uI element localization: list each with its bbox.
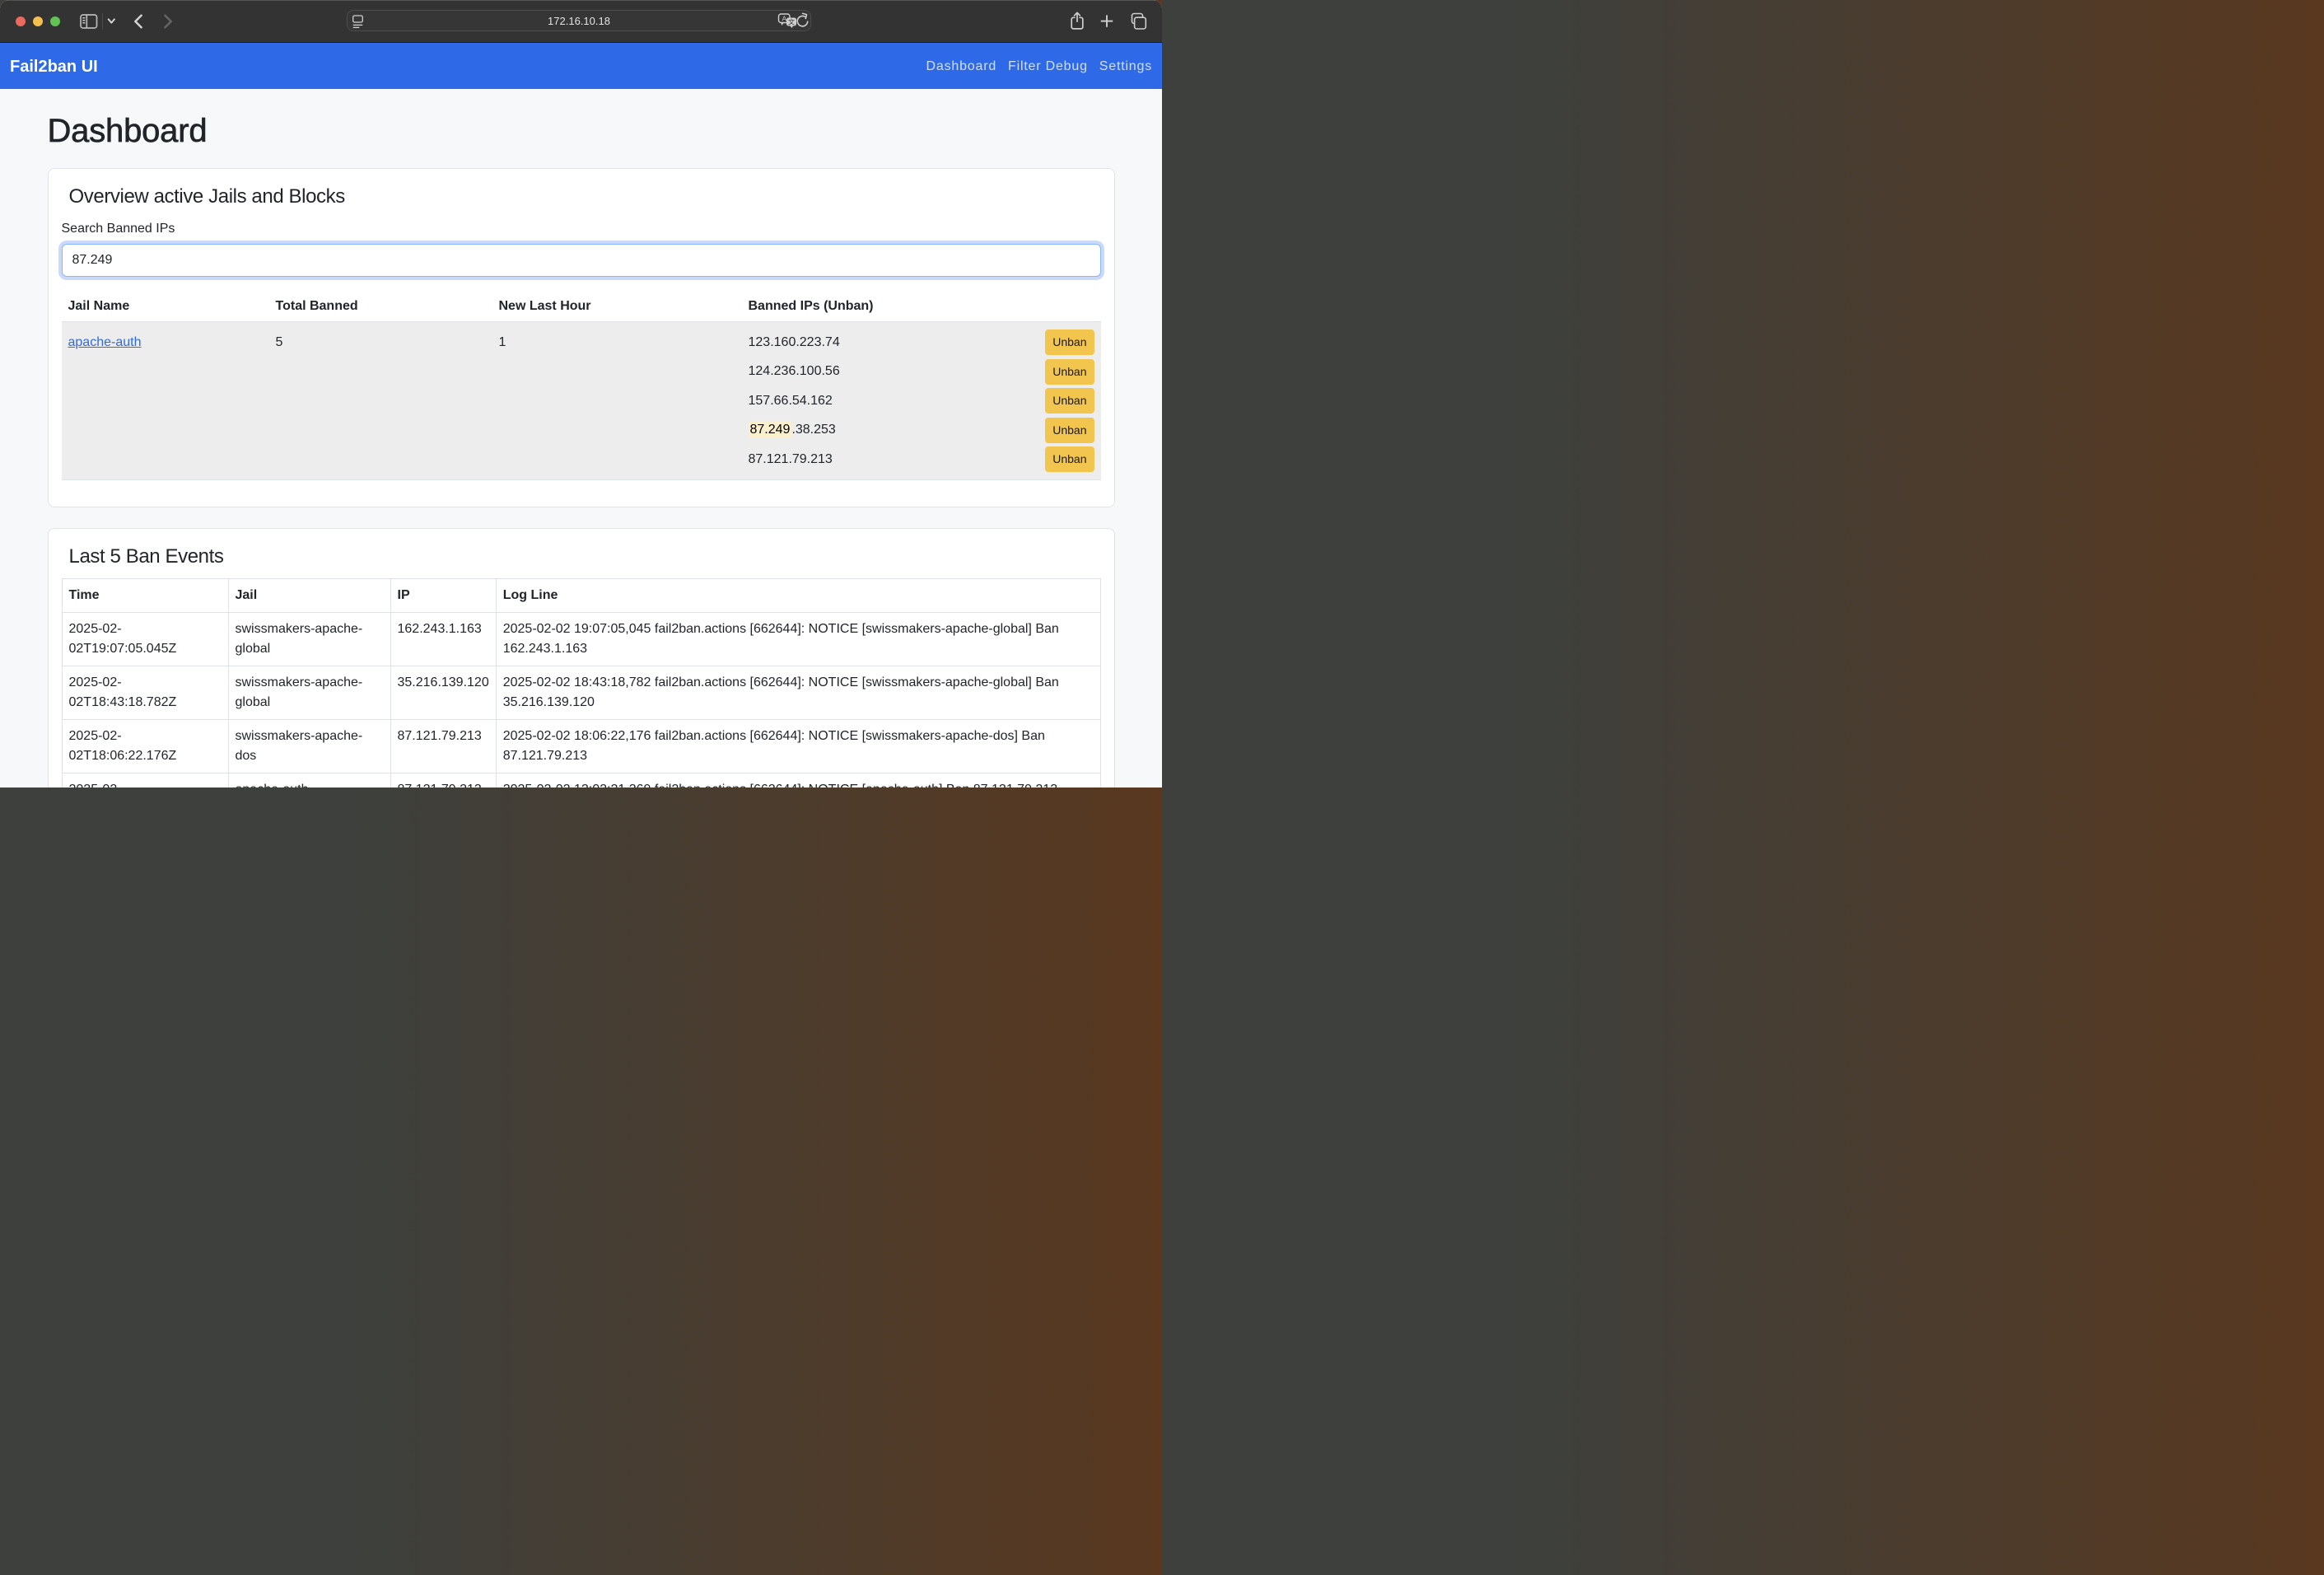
svg-text:文: 文: [788, 17, 795, 26]
svg-text:A: A: [782, 14, 786, 22]
